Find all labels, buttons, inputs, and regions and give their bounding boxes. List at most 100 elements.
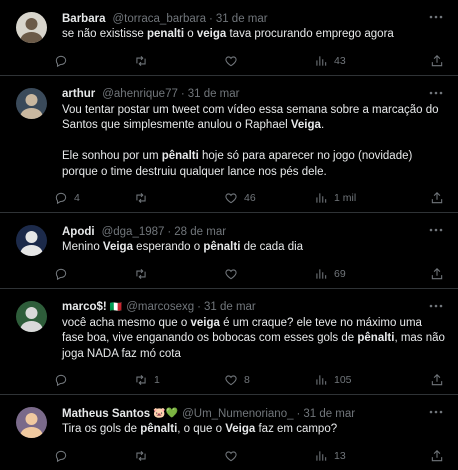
reply-icon (55, 374, 67, 387)
separator-dot: · (296, 407, 301, 420)
reply-button[interactable]: 4 (54, 190, 80, 206)
more-horizontal-icon[interactable] (428, 85, 444, 101)
avatar[interactable] (16, 407, 47, 438)
reply-icon (55, 268, 67, 280)
views-button[interactable]: 1 mil (314, 190, 356, 206)
author-handle[interactable]: @Um_Numenoriano_ (182, 408, 293, 420)
share-icon (431, 54, 443, 66)
reply-button[interactable] (54, 372, 74, 388)
retweet-icon (136, 192, 146, 204)
like-button[interactable]: 46 (224, 190, 256, 206)
tweet-feed: Barbara @torraca_barbara · 31 de mar se … (0, 0, 458, 470)
views-button[interactable]: 13 (314, 448, 346, 464)
text-segment: , o que o (177, 423, 226, 435)
avatar[interactable] (16, 225, 47, 256)
like-button[interactable]: 8 (224, 372, 250, 388)
reply-count: 4 (74, 192, 80, 204)
highlighted-term: penalti (147, 28, 185, 40)
author-handle[interactable]: @dga_1987 (102, 226, 165, 238)
retweet-icon (136, 374, 146, 386)
author-name[interactable]: Apodi (62, 226, 95, 238)
more-horizontal-icon[interactable] (428, 222, 444, 238)
text-segment: Tira os gols de (62, 423, 141, 435)
heart-icon (225, 375, 237, 386)
like-count: 46 (244, 192, 256, 204)
tweet-actions: 69 (55, 262, 446, 288)
views-button[interactable]: 43 (314, 53, 346, 69)
tweet[interactable]: marco$! 🇮🇹 @marcosexg · 31 de mar você a… (0, 289, 458, 395)
retweet-button[interactable] (134, 266, 154, 282)
heart-icon (225, 55, 237, 66)
reply-button[interactable] (54, 266, 74, 282)
text-segment: Vou tentar postar um tweet com vídeo ess… (62, 103, 442, 132)
tweet-time[interactable]: 31 de mar (204, 301, 256, 313)
tweet-header: arthur @ahenrique77 · 31 de mar (62, 86, 446, 103)
like-button[interactable] (224, 266, 244, 282)
highlighted-term: pênalti (161, 150, 199, 162)
views-icon (316, 193, 327, 203)
tweet-time[interactable]: 31 de mar (303, 408, 355, 420)
heart-icon (225, 450, 237, 461)
tweet-header: marco$! 🇮🇹 @marcosexg · 31 de mar (62, 299, 446, 316)
avatar[interactable] (16, 87, 47, 119)
author-handle[interactable]: @marcosexg (126, 301, 194, 313)
tweet-text: você acha mesmo que o veiga é um craque?… (62, 316, 446, 363)
share-icon (431, 374, 443, 386)
separator-dot: · (197, 301, 201, 313)
tweet-actions: 1 8 105 (55, 368, 446, 394)
author-name[interactable]: marco$! (62, 301, 107, 313)
avatar[interactable] (16, 300, 47, 332)
highlighted-term: Veiga (290, 119, 321, 131)
retweet-button[interactable] (134, 53, 154, 69)
retweet-button[interactable] (134, 448, 154, 464)
more-horizontal-icon[interactable] (428, 404, 444, 420)
author-name[interactable]: Matheus Santos (62, 408, 150, 420)
share-button[interactable] (430, 372, 444, 388)
author-handle[interactable]: @ahenrique77 (102, 88, 178, 100)
text-segment: faz em campo? (255, 423, 338, 435)
tweet-actions: 4 46 1 mil (55, 186, 446, 212)
author-name[interactable]: Barbara (62, 13, 105, 25)
author-handle[interactable]: @torraca_barbara (112, 13, 206, 25)
text-segment: Menino (62, 241, 103, 253)
share-button[interactable] (430, 190, 444, 206)
avatar[interactable] (16, 12, 47, 43)
reply-button[interactable] (54, 448, 74, 464)
more-horizontal-icon[interactable] (428, 9, 444, 25)
like-button[interactable] (224, 53, 244, 69)
more-horizontal-icon[interactable] (428, 298, 444, 314)
reply-button[interactable] (54, 53, 74, 69)
tweet[interactable]: Matheus Santos 🐷💚 @Um_Numenoriano_ · 31 … (0, 395, 458, 470)
text-segment: o (184, 28, 197, 40)
like-button[interactable] (224, 448, 244, 464)
tweet-text: Tira os gols de pênalti, o que o Veiga f… (62, 422, 446, 438)
highlighted-term: pênalti (357, 332, 395, 344)
views-button[interactable]: 69 (314, 266, 346, 282)
views-button[interactable]: 105 (314, 372, 352, 388)
share-button[interactable] (430, 448, 444, 464)
separator-dot: · (167, 225, 172, 238)
author-badge: 🇮🇹 (109, 301, 123, 313)
tweet-actions: 43 (55, 49, 446, 75)
tweet-time[interactable]: 31 de mar (188, 88, 240, 100)
share-button[interactable] (430, 266, 444, 282)
separator-dot: · (180, 88, 185, 100)
heart-icon (225, 268, 237, 279)
reply-icon (55, 55, 67, 67)
tweet-actions: 13 (55, 444, 446, 470)
views-count: 13 (334, 449, 346, 462)
author-name[interactable]: arthur (62, 88, 95, 100)
tweet[interactable]: Apodi @dga_1987 · 28 de mar Menino Veiga… (0, 213, 458, 289)
tweet-text: Menino Veiga esperando o pênalti de cada… (62, 240, 446, 256)
retweet-count: 1 (154, 374, 160, 386)
share-button[interactable] (430, 53, 444, 69)
share-icon (431, 192, 443, 204)
retweet-button[interactable] (134, 190, 154, 206)
tweet[interactable]: Barbara @torraca_barbara · 31 de mar se … (0, 0, 458, 76)
tweet-time[interactable]: 28 de mar (174, 226, 226, 238)
tweet[interactable]: arthur @ahenrique77 · 31 de mar Vou tent… (0, 76, 458, 213)
views-count: 43 (334, 54, 346, 67)
highlighted-term: veiga (196, 28, 227, 40)
tweet-time[interactable]: 31 de mar (216, 13, 268, 25)
retweet-button[interactable]: 1 (134, 372, 160, 388)
